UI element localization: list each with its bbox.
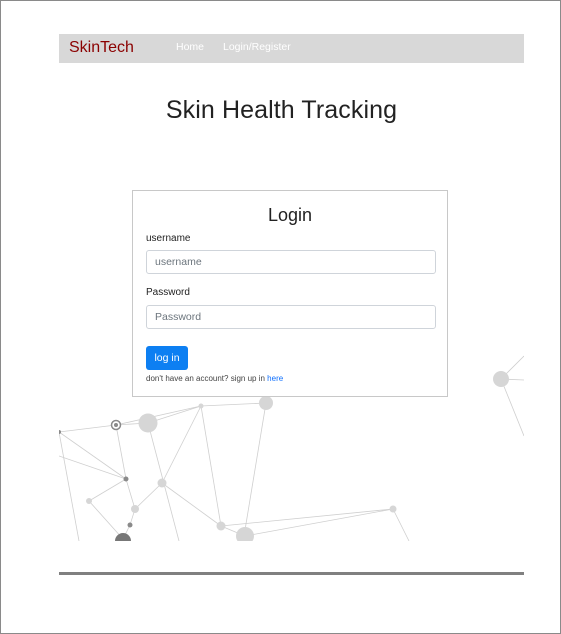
footer-divider (59, 572, 524, 575)
signup-prompt-text: don't have an account? sign up in (146, 374, 268, 383)
page-title: Skin Health Tracking (165, 96, 398, 124)
username-label: username (146, 233, 191, 244)
username-input[interactable] (146, 250, 436, 274)
password-label: Password (146, 287, 190, 298)
signup-link[interactable]: here (267, 374, 283, 383)
password-input[interactable] (146, 305, 436, 329)
page-frame: SkinTech Home Login/Register Skin Health… (0, 0, 561, 634)
nav-link-login-register[interactable]: Login/Register (223, 41, 291, 53)
login-card: Login username Password log in don't hav… (132, 190, 448, 397)
nav-link-home[interactable]: Home (176, 41, 204, 53)
navbar: SkinTech Home Login/Register (59, 34, 524, 63)
login-title: Login (267, 205, 313, 225)
signup-prompt: don't have an account? sign up in here (146, 374, 283, 383)
brand-logo[interactable]: SkinTech (69, 39, 134, 57)
login-button[interactable]: log in (146, 346, 188, 370)
